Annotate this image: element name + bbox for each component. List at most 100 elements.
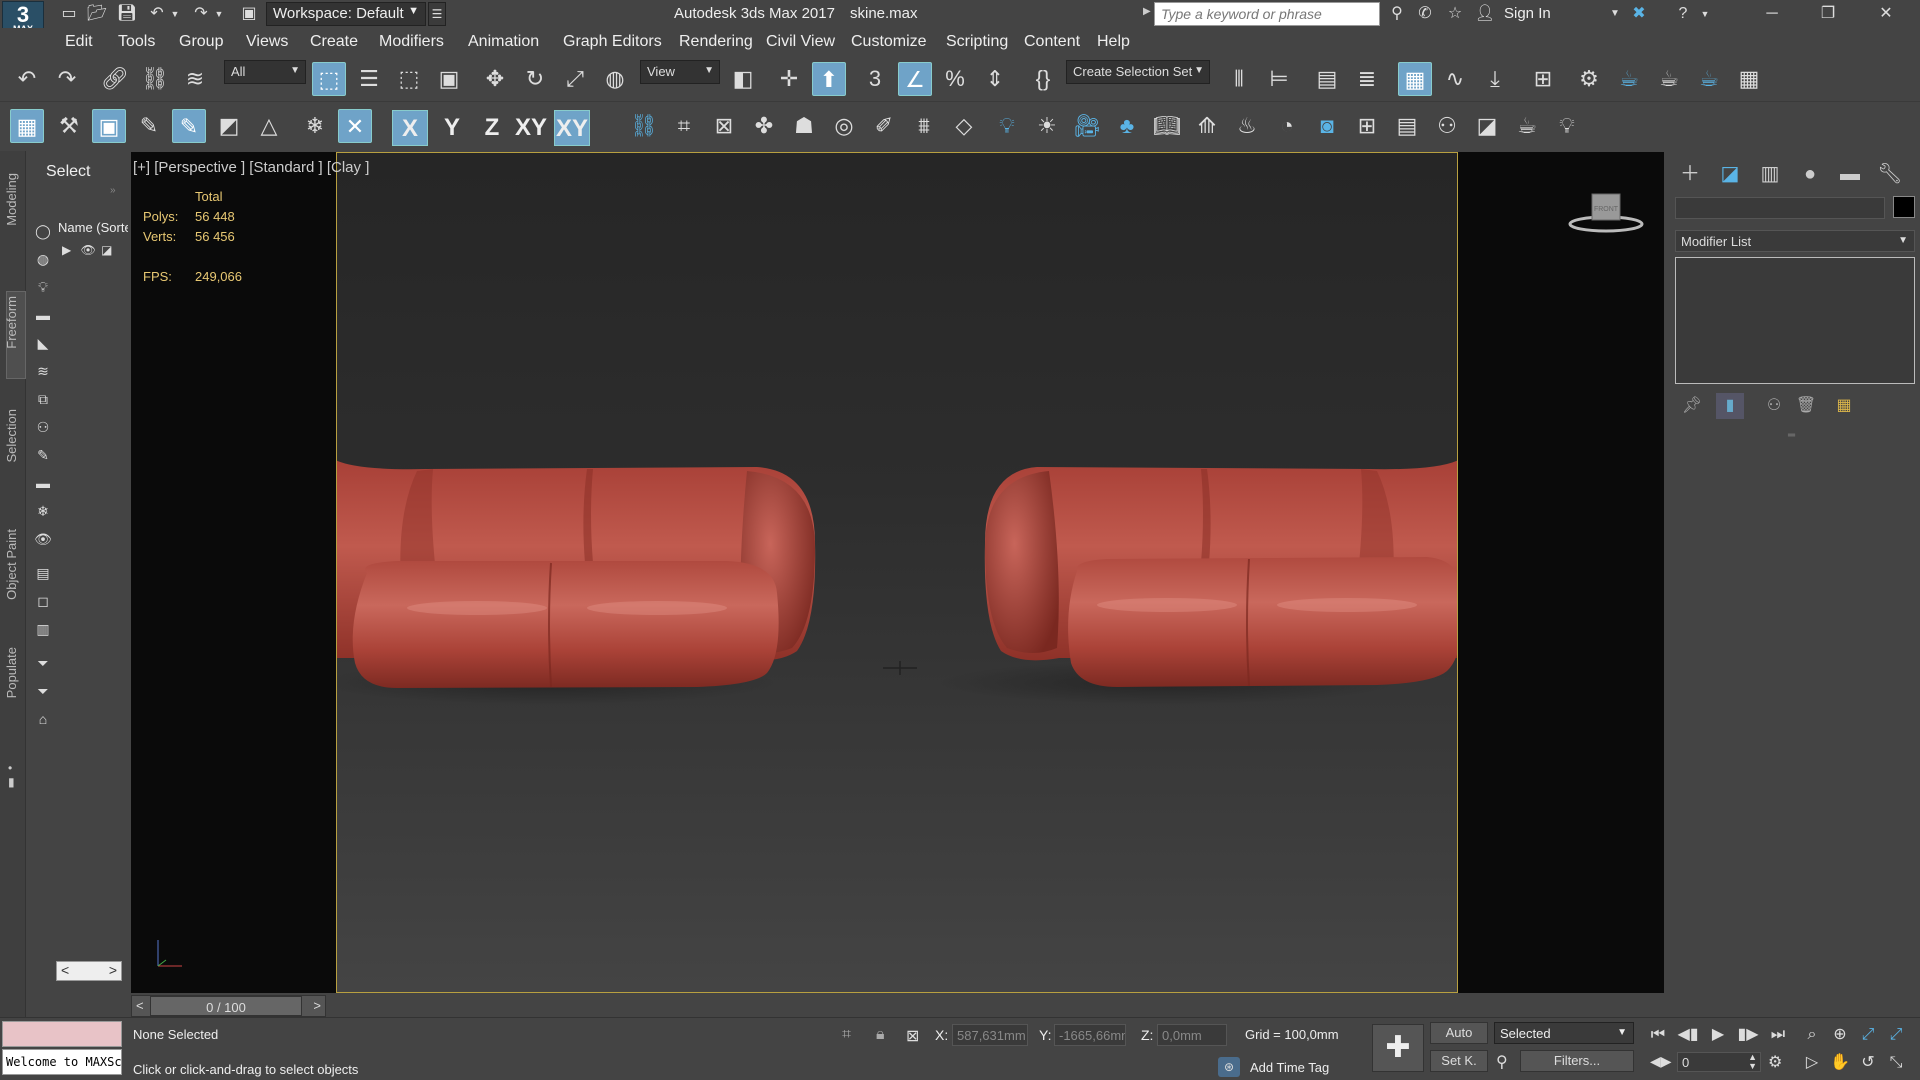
book-icon[interactable]: 📖︎	[1150, 109, 1184, 143]
display-tab-icon[interactable]: ▬	[1832, 158, 1868, 190]
spinner-snap-icon[interactable]: ⇕	[978, 62, 1012, 96]
motion-tab-icon[interactable]: ●	[1792, 158, 1828, 190]
invert-display-icon[interactable]: ▥	[32, 618, 54, 640]
panel-separator-handle[interactable]: ═	[1788, 430, 1795, 441]
axis-z-button[interactable]: Z	[474, 110, 510, 146]
select-move-icon[interactable]: ✥	[478, 62, 512, 96]
next-frame-icon[interactable]: >	[313, 998, 321, 1013]
pivot-center-icon[interactable]: ◧	[726, 62, 760, 96]
save-file-icon[interactable]: 💾︎	[116, 4, 138, 24]
utilities-tab-icon[interactable]: 🔧︎	[1872, 158, 1908, 190]
ribbon-tab-object-paint[interactable]: Object Paint	[4, 529, 19, 600]
show-end-result-icon[interactable]: ▮	[1716, 393, 1744, 419]
display-icon[interactable]: ◙	[1310, 109, 1344, 143]
key-mode-toggle-icon[interactable]: ◀▶	[1650, 1053, 1672, 1070]
object-color-swatch[interactable]	[1893, 196, 1915, 218]
redo-dropdown-icon[interactable]: ▼	[208, 4, 230, 24]
axis-constraint-icon[interactable]: ✕	[338, 109, 372, 143]
workspace-menu-button[interactable]: ☰	[428, 2, 446, 26]
patch-icon[interactable]: ⊠	[707, 109, 741, 143]
modifier-stack[interactable]	[1675, 257, 1915, 384]
create-tab-icon[interactable]: ＋	[1672, 158, 1708, 190]
sign-in-dropdown-icon[interactable]: ▼	[1604, 4, 1626, 24]
window-select-icon[interactable]: ▣	[92, 109, 126, 143]
scroll-left-icon[interactable]: <	[61, 962, 69, 978]
tree-icon[interactable]: ♣	[1110, 109, 1144, 143]
dope-sheet-icon[interactable]: ⤓	[1478, 62, 1512, 96]
sphere-icon[interactable]: ◎	[827, 109, 861, 143]
ribbon-tab-selection[interactable]: Selection	[4, 409, 19, 462]
schematic-view-icon[interactable]: ⊞	[1526, 62, 1560, 96]
prev-frame-icon[interactable]: <	[136, 998, 144, 1013]
bones-filter-icon[interactable]: ✎	[32, 444, 54, 466]
pin-stack-icon[interactable]: 📌︎	[1678, 393, 1706, 419]
shapes-icon[interactable]: ◩	[212, 109, 246, 143]
grid-icon[interactable]: ▦	[10, 109, 44, 143]
shapes-filter-icon[interactable]: 💡︎	[32, 276, 54, 298]
maximize-viewport-icon[interactable]: ⤡	[1884, 1052, 1908, 1074]
axis-y-button[interactable]: Y	[434, 110, 470, 146]
lock-icon[interactable]: ⌂	[32, 708, 54, 730]
ribbon-tab-populate[interactable]: Populate	[4, 647, 19, 698]
helpers-filter-icon[interactable]: ◣	[32, 332, 54, 354]
axis-xy-button[interactable]: XY	[512, 110, 550, 146]
new-file-icon[interactable]: ▭	[58, 4, 80, 24]
film-icon[interactable]: ▤	[1390, 109, 1424, 143]
go-to-end-icon[interactable]: ⏭	[1766, 1024, 1790, 1046]
name-column-header[interactable]: Name (Sorted Ascending)	[58, 220, 128, 235]
axis-xy-cycle-button[interactable]: XY	[554, 110, 590, 146]
zoom-icon[interactable]: ⌕	[1800, 1024, 1824, 1046]
xrefs-filter-icon[interactable]: ⚇	[32, 416, 54, 438]
render-production-icon[interactable]: ☕	[1692, 62, 1726, 96]
freeze-icon[interactable]: ❄	[298, 109, 332, 143]
set-key-mode-button[interactable]: Set K.	[1430, 1050, 1488, 1072]
make-unique-icon[interactable]: ⚇	[1760, 393, 1788, 419]
zoom-all-icon[interactable]: ⊕	[1828, 1024, 1852, 1046]
menu-views[interactable]: Views	[246, 33, 288, 51]
search-expand-icon[interactable]: ▶	[1143, 6, 1151, 17]
key-filters-button[interactable]: Filters...	[1520, 1050, 1634, 1072]
camera-icon[interactable]: 🎥︎	[1070, 109, 1104, 143]
angle-snap-icon[interactable]: ∠	[898, 62, 932, 96]
redo-icon[interactable]: ↷	[50, 62, 84, 96]
configure-modifier-sets-icon[interactable]: ▦	[1830, 393, 1858, 419]
angle-icon[interactable]: △	[252, 109, 286, 143]
frozen-filter-icon[interactable]: ❄	[32, 500, 54, 522]
sign-in-link[interactable]: Sign In	[1504, 5, 1551, 22]
isolate-selection-icon[interactable]: ⌗	[842, 1026, 851, 1044]
right-sofa[interactable]	[937, 453, 1458, 705]
display-none-icon[interactable]: ◻	[32, 590, 54, 612]
auto-key-button[interactable]: Auto	[1430, 1022, 1488, 1044]
pan-view-icon[interactable]: ✋	[1828, 1052, 1852, 1074]
light-bulb-icon[interactable]: 💡︎	[990, 109, 1024, 143]
open-file-icon[interactable]: 📂︎	[86, 4, 108, 24]
select-place-icon[interactable]: ◍	[598, 62, 632, 96]
orbit-icon[interactable]: ↺	[1856, 1052, 1880, 1074]
geometry-filter-icon[interactable]: ◍	[32, 248, 54, 270]
space-warps-filter-icon[interactable]: ≋	[32, 360, 54, 382]
z-coordinate-field[interactable]: 0,0mm	[1157, 1024, 1227, 1046]
rendered-frame-window-icon[interactable]: ☕	[1652, 62, 1686, 96]
absolute-mode-icon[interactable]: ⊠	[906, 1026, 919, 1046]
menu-animation[interactable]: Animation	[468, 33, 539, 51]
menu-group[interactable]: Group	[179, 33, 223, 51]
bulb-outline-icon[interactable]: 💡︎	[1550, 109, 1584, 143]
groups-filter-icon[interactable]: ⧉	[32, 388, 54, 410]
select-manipulate-icon[interactable]: ✛	[772, 62, 806, 96]
sun-icon[interactable]: ☀	[1030, 109, 1064, 143]
tool-icon[interactable]: ⚒	[52, 109, 86, 143]
menu-edit[interactable]: Edit	[65, 33, 93, 51]
menu-help[interactable]: Help	[1097, 33, 1130, 51]
link-chain-icon[interactable]: ⛓	[627, 109, 661, 143]
current-frame-field[interactable]: 0 ▲ ▼	[1677, 1052, 1761, 1072]
menu-modifiers[interactable]: Modifiers	[379, 33, 444, 51]
rectangular-selection-icon[interactable]: ⬚	[392, 62, 426, 96]
edit-icon[interactable]: ✎	[132, 109, 166, 143]
viewport-label-menu[interactable]: [+] [Perspective ] [Standard ] [Clay ]	[133, 159, 369, 176]
bind-space-warp-icon[interactable]: ≋	[178, 62, 212, 96]
viewcube[interactable]: FRONT	[1566, 190, 1646, 240]
layer-explorer-icon[interactable]: ≣	[1350, 62, 1384, 96]
ribbon-tab-modeling[interactable]: Modeling	[4, 173, 19, 226]
left-sofa[interactable]	[337, 453, 816, 705]
link-icon[interactable]: 🔗︎	[98, 62, 132, 96]
